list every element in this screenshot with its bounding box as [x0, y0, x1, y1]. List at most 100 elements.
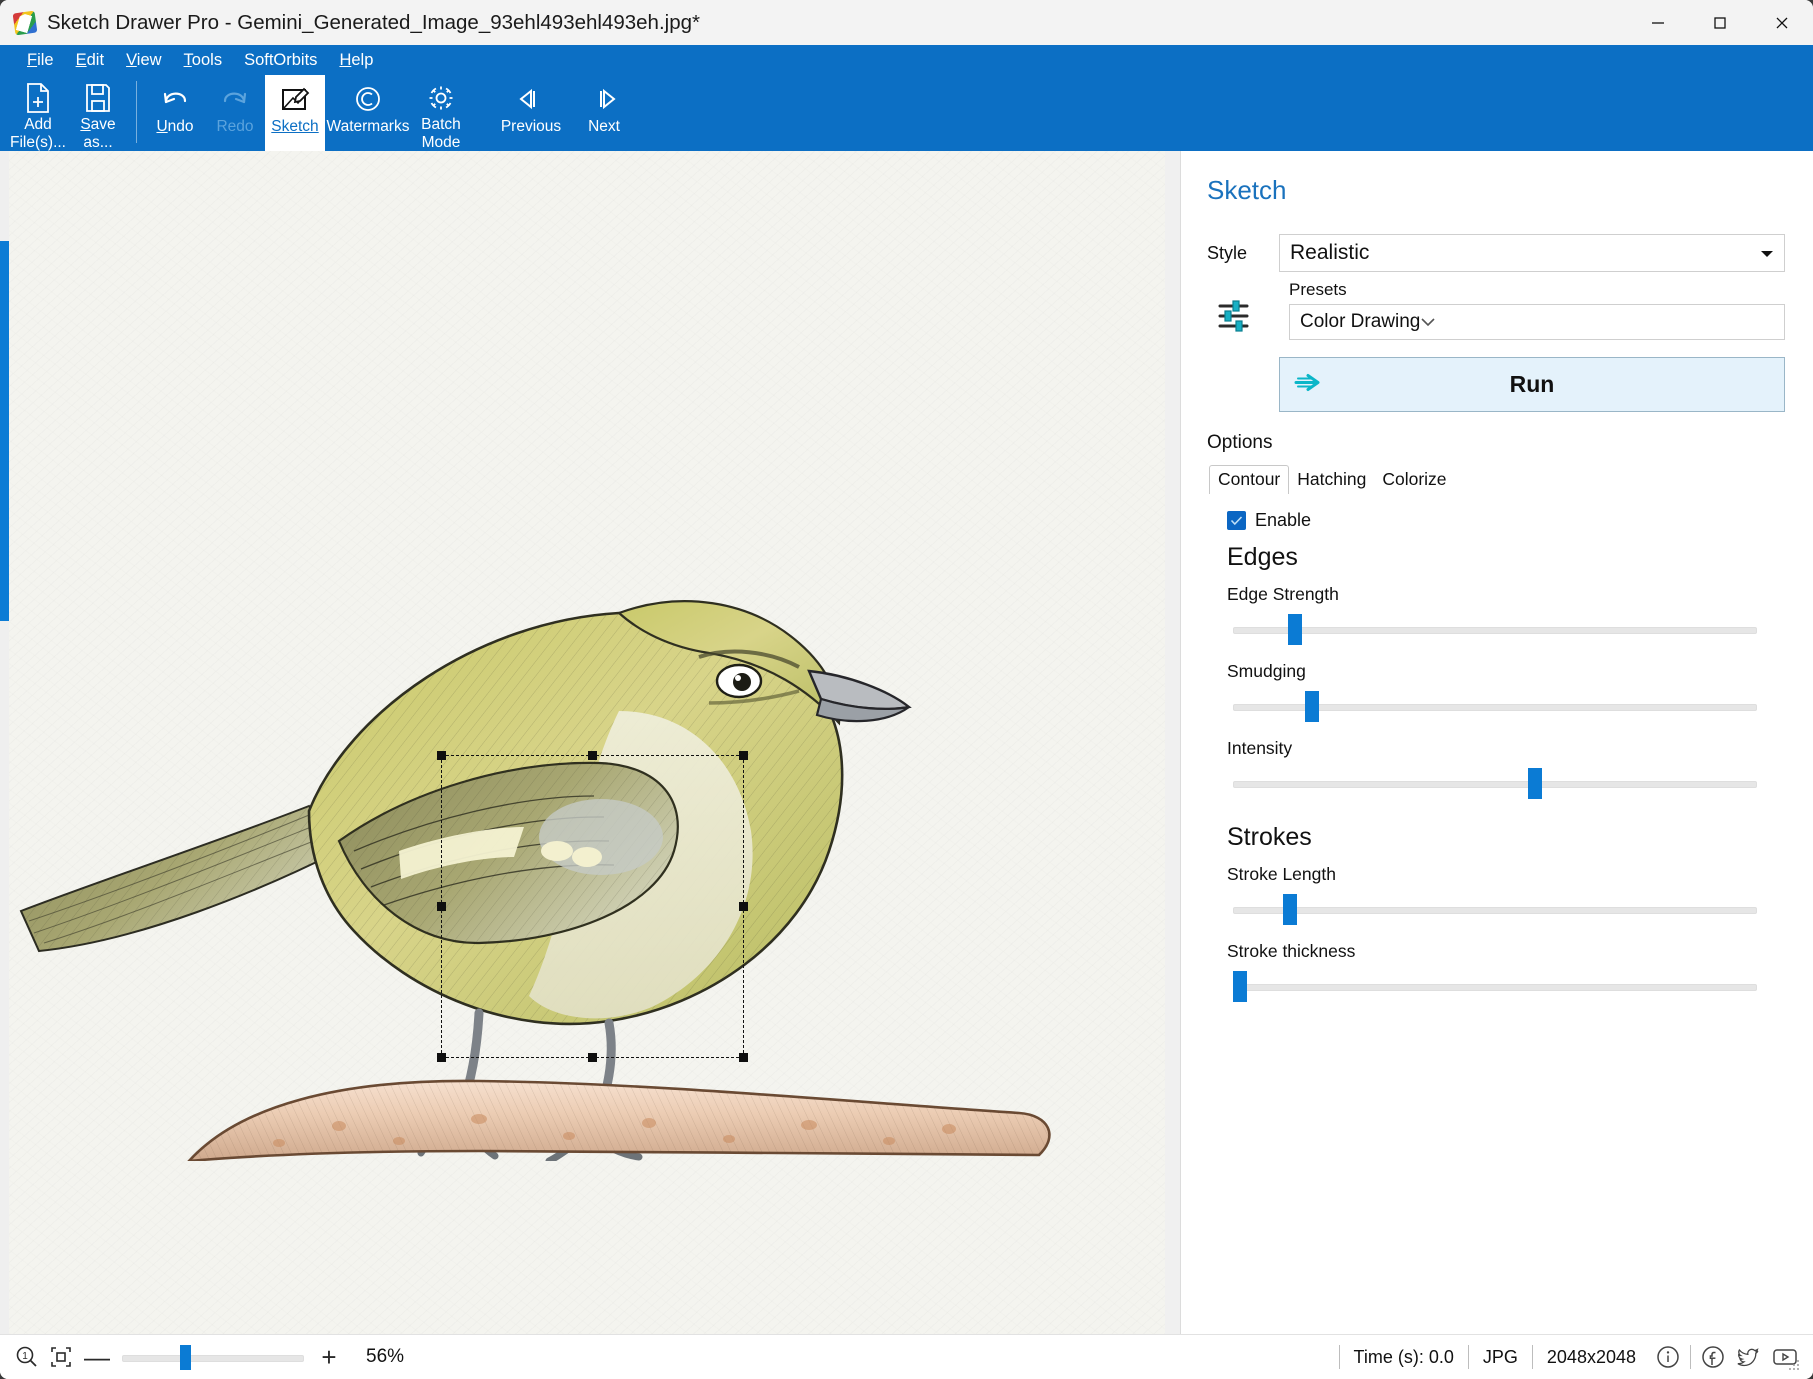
- menu-tools[interactable]: Tools: [173, 48, 234, 73]
- presets-value: Color Drawing: [1300, 311, 1421, 332]
- chevron-down-icon-presets: [1420, 311, 1436, 333]
- batch-mode-button[interactable]: Batch Mode: [411, 75, 471, 151]
- save-as-button[interactable]: Save as...: [68, 75, 128, 151]
- image-viewport[interactable]: [9, 151, 1165, 1334]
- chevron-down-icon: [1760, 241, 1774, 265]
- resize-handle-s[interactable]: [587, 1053, 597, 1062]
- resize-handle-se[interactable]: [739, 1053, 748, 1062]
- watermarks-button[interactable]: Watermarks: [325, 75, 411, 151]
- tab-hatching[interactable]: Hatching: [1289, 466, 1374, 494]
- window-title: Sketch Drawer Pro - Gemini_Generated_Ima…: [47, 10, 700, 34]
- redo-icon: [218, 81, 252, 117]
- intensity-track: [1233, 781, 1757, 788]
- gear-icon: [425, 81, 457, 115]
- menu-file-rest: ile: [37, 50, 54, 69]
- zoom-slider[interactable]: [122, 1342, 304, 1372]
- menu-file[interactable]: File: [16, 48, 65, 73]
- edges-group-title: Edges: [1227, 543, 1298, 571]
- stroke-length-label: Stroke Length: [1227, 864, 1336, 884]
- previous-button[interactable]: Previous: [488, 75, 574, 151]
- add-files-label-2: File(s)...: [10, 134, 66, 151]
- resize-handle-w[interactable]: [437, 901, 446, 911]
- presets-label: Presets: [1289, 280, 1347, 299]
- run-arrow-icon: [1294, 371, 1328, 398]
- contour-tab-body: Enable Edges Edge Strength Smudging Inte…: [1207, 494, 1785, 1006]
- zoom-percentage: 56%: [366, 1346, 405, 1367]
- menu-edit-rest: dit: [86, 50, 105, 69]
- menu-help[interactable]: Help: [328, 48, 384, 73]
- presets-row: Presets Color Drawing: [1207, 280, 1785, 340]
- run-button-label: Run: [1509, 371, 1555, 397]
- resize-grip-icon[interactable]: [1788, 1358, 1800, 1376]
- status-format: JPG: [1467, 1345, 1532, 1369]
- svg-text:1: 1: [22, 1351, 28, 1362]
- close-button[interactable]: [1751, 0, 1813, 45]
- intensity-slider[interactable]: [1227, 763, 1785, 803]
- next-button[interactable]: Next: [574, 75, 634, 151]
- intensity-label: Intensity: [1227, 738, 1293, 758]
- status-time: Time (s): 0.0: [1338, 1345, 1468, 1369]
- tab-contour[interactable]: Contour: [1209, 465, 1290, 494]
- resize-handle-e[interactable]: [739, 901, 748, 911]
- canvas-vertical-scrollbar[interactable]: [0, 151, 9, 1334]
- presets-dropdown[interactable]: Color Drawing: [1289, 304, 1785, 340]
- selection-rectangle[interactable]: [437, 751, 748, 1062]
- info-icon[interactable]: [1650, 1344, 1686, 1370]
- smudging-label: Smudging: [1227, 661, 1306, 681]
- smudging-slider[interactable]: [1227, 686, 1785, 726]
- application-window: Sketch Drawer Pro - Gemini_Generated_Ima…: [0, 0, 1813, 1379]
- stroke-length-slider[interactable]: [1227, 889, 1785, 929]
- previous-label: Previous: [500, 118, 562, 135]
- facebook-icon[interactable]: [1695, 1344, 1731, 1370]
- zoom-slider-thumb[interactable]: [180, 1345, 192, 1370]
- menu-edit[interactable]: Edit: [65, 48, 115, 73]
- strokes-group-title: Strokes: [1227, 823, 1312, 851]
- add-files-button[interactable]: Add File(s)...: [8, 75, 68, 151]
- toolbar: Add File(s)... Save as... Undo Redo Sket…: [0, 75, 1813, 151]
- zoom-actual-size-button[interactable]: 1: [10, 1345, 44, 1369]
- stroke-thickness-track: [1233, 984, 1757, 991]
- edge-strength-thumb[interactable]: [1288, 614, 1303, 645]
- next-label: Next: [588, 118, 620, 135]
- resize-handle-n[interactable]: [587, 751, 597, 760]
- zoom-fit-button[interactable]: [44, 1345, 78, 1369]
- undo-button[interactable]: Undo: [145, 75, 205, 151]
- tab-colorize[interactable]: Colorize: [1374, 466, 1454, 494]
- zoom-in-button[interactable]: +: [310, 1344, 348, 1370]
- intensity-thumb[interactable]: [1528, 768, 1543, 799]
- menu-view[interactable]: View: [115, 48, 172, 73]
- canvas-area[interactable]: [0, 151, 1180, 1334]
- sketch-icon: [279, 81, 311, 117]
- edge-strength-slider[interactable]: [1227, 609, 1785, 649]
- undo-label: Undo: [156, 118, 194, 135]
- maximize-button[interactable]: [1689, 0, 1751, 45]
- enable-checkbox-row[interactable]: Enable: [1227, 510, 1785, 531]
- style-value: Realistic: [1290, 241, 1370, 264]
- title-bar-left: Sketch Drawer Pro - Gemini_Generated_Ima…: [0, 10, 700, 35]
- edge-strength-label: Edge Strength: [1227, 584, 1339, 604]
- sketch-button[interactable]: Sketch: [265, 75, 325, 151]
- presets-column: Presets Color Drawing: [1289, 280, 1785, 340]
- zoom-slider-track: [122, 1355, 304, 1362]
- zoom-out-button[interactable]: —: [78, 1344, 116, 1370]
- resize-handle-sw[interactable]: [437, 1053, 446, 1062]
- twitter-icon[interactable]: [1731, 1344, 1767, 1370]
- stroke-thickness-slider[interactable]: [1227, 966, 1785, 1006]
- resize-handle-nw[interactable]: [437, 751, 446, 760]
- redo-button[interactable]: Redo: [205, 75, 265, 151]
- stroke-length-thumb[interactable]: [1282, 894, 1297, 925]
- run-button[interactable]: Run: [1279, 357, 1785, 412]
- stroke-thickness-thumb[interactable]: [1232, 971, 1247, 1002]
- canvas-scrollbar-thumb[interactable]: [0, 241, 9, 621]
- enable-checkbox[interactable]: [1227, 511, 1246, 530]
- smudging-thumb[interactable]: [1305, 691, 1320, 722]
- resize-handle-ne[interactable]: [739, 751, 748, 760]
- batch-mode-label-1: Batch: [421, 116, 461, 133]
- menu-softorbits[interactable]: SoftOrbits: [233, 48, 328, 73]
- status-bar: 1 — + 56% Time (s): 0.0 JPG 2048x2048: [0, 1334, 1813, 1379]
- style-label: Style: [1207, 242, 1248, 263]
- minimize-button[interactable]: [1627, 0, 1689, 45]
- style-dropdown[interactable]: Realistic: [1279, 234, 1785, 272]
- options-tabs: Contour Hatching Colorize: [1209, 464, 1785, 494]
- toolbar-separator-1: [136, 81, 137, 143]
